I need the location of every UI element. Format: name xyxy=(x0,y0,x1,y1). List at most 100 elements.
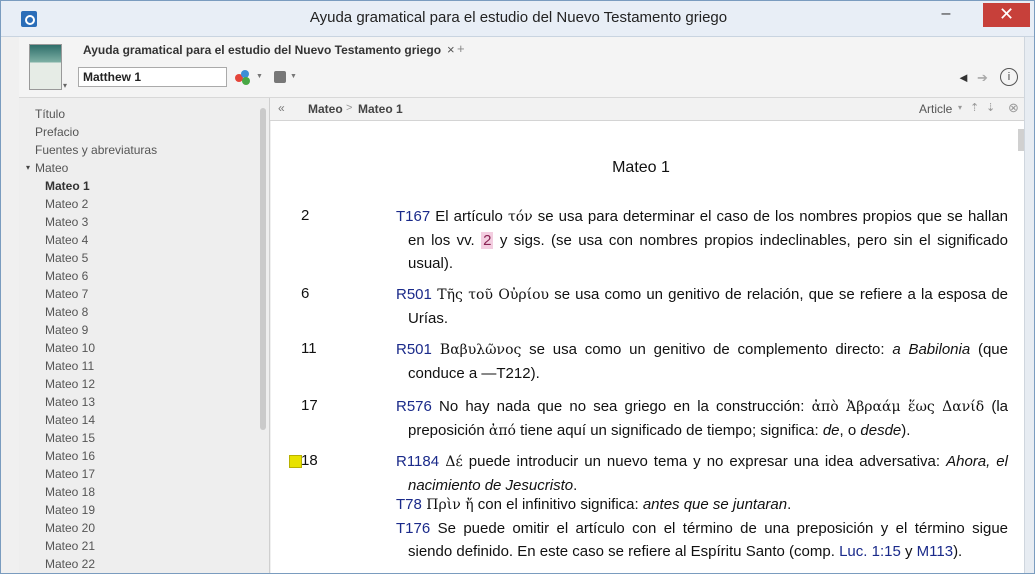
page-title: Mateo 1 xyxy=(612,159,670,176)
greek-text: τόν xyxy=(507,209,533,225)
toc-chapter[interactable]: Mateo 2 xyxy=(45,195,88,213)
toc-chapter[interactable]: Mateo 17 xyxy=(45,465,95,483)
greek-text: Τῆς τοῦ Οὐρίου xyxy=(431,287,550,303)
article-dropdown[interactable]: Article xyxy=(919,102,952,116)
greek-text: Δέ xyxy=(439,454,463,470)
breadcrumb-separator: > xyxy=(346,102,353,114)
breadcrumb-book[interactable]: Mateo xyxy=(308,102,343,116)
sidebar-scrollbar[interactable] xyxy=(260,108,266,430)
greek-text: Βαβυλῶνος xyxy=(431,342,522,358)
note-code[interactable]: R501 xyxy=(396,341,432,358)
tab-label: Ayuda gramatical para el estudio del Nue… xyxy=(83,43,442,57)
note-code[interactable]: T78 xyxy=(396,496,422,513)
grammar-note: T176 Se puede omitir el artículo con el … xyxy=(396,517,1008,563)
note-code[interactable]: T176 xyxy=(396,520,430,537)
table-of-contents: Título Prefacio Fuentes y abreviaturas ▾… xyxy=(19,98,270,573)
window-title: Ayuda gramatical para el estudio del Nue… xyxy=(309,9,728,26)
back-arrow-icon[interactable]: ◄ xyxy=(957,70,970,85)
grammar-note: R501 Τῆς τοῦ Οὐρίου se usa como un genit… xyxy=(396,283,1008,330)
resource-toolbar: ▾ Ayuda gramatical para el estudio del N… xyxy=(19,37,1034,98)
breadcrumb: « Mateo > Mateo 1 Article ▾ ⇡ ⇣ ⊗ xyxy=(270,98,1034,121)
toc-chapter[interactable]: Mateo 21 xyxy=(45,537,95,555)
note-text: , o xyxy=(839,422,861,439)
greek-text: ἀπὸ Ἀβραάμ ἕως Δανίδ xyxy=(811,399,985,415)
grammar-note: T167 El artículo τόν se usa para determi… xyxy=(396,205,1008,275)
note-text: No hay nada que no sea griego en la cons… xyxy=(431,398,812,415)
breadcrumb-chapter[interactable]: Mateo 1 xyxy=(358,102,403,116)
book-cover-thumbnail[interactable] xyxy=(29,44,62,90)
highlighted-verse-link[interactable]: 2 xyxy=(481,232,494,249)
toc-chapter[interactable]: Mateo 10 xyxy=(45,339,95,357)
collapse-sidebar-icon[interactable]: « xyxy=(278,101,285,115)
app-window: Ayuda gramatical para el estudio del Nue… xyxy=(0,0,1035,574)
note-text: puede introducir un nuevo tema y no expr… xyxy=(462,453,947,470)
toc-chapter[interactable]: Mateo 15 xyxy=(45,429,95,447)
toc-chapter[interactable]: Mateo 16 xyxy=(45,447,95,465)
verse-number[interactable]: 2 xyxy=(301,207,309,224)
note-code[interactable]: T167 xyxy=(396,208,430,225)
grammar-note: R576 No hay nada que no sea griego en la… xyxy=(396,395,1008,443)
note-text: y xyxy=(900,543,917,560)
toc-chapter[interactable]: Mateo 22 xyxy=(45,555,95,573)
article-content: Mateo 1 2 T167 El artículo τόν se usa pa… xyxy=(271,121,1034,573)
info-icon[interactable]: i xyxy=(1000,68,1018,86)
chevron-down-icon[interactable]: ▾ xyxy=(958,103,962,112)
reference-link[interactable]: M113 xyxy=(917,543,953,560)
toc-chapter[interactable]: Mateo 11 xyxy=(45,357,94,375)
toc-chapter-current[interactable]: Mateo 1 xyxy=(45,177,90,195)
verse-number[interactable]: 11 xyxy=(301,340,317,357)
scripture-link[interactable]: Luc. 1:15 xyxy=(839,543,901,560)
close-button[interactable]: ✕ xyxy=(983,3,1030,27)
next-article-icon[interactable]: ⇣ xyxy=(986,101,995,114)
note-text: . xyxy=(787,496,792,513)
visual-filter-icon[interactable] xyxy=(235,70,251,86)
chevron-down-icon[interactable]: ▼ xyxy=(256,73,263,80)
greek-text: Πρὶν ἤ xyxy=(421,497,474,513)
previous-article-icon[interactable]: ⇡ xyxy=(970,101,979,114)
tab-resource[interactable]: Ayuda gramatical para el estudio del Nue… xyxy=(75,39,460,63)
toc-chapter[interactable]: Mateo 19 xyxy=(45,501,95,519)
verse-number[interactable]: 6 xyxy=(301,285,309,302)
verse-number[interactable]: 18 xyxy=(301,452,318,469)
note-emphasis: antes que se juntaran xyxy=(642,496,788,513)
toc-chapter[interactable]: Mateo 13 xyxy=(45,393,95,411)
toc-chapter[interactable]: Mateo 5 xyxy=(45,249,88,267)
tab-close-icon[interactable]: × xyxy=(447,42,455,57)
toc-chapter[interactable]: Mateo 20 xyxy=(45,519,95,537)
note-code[interactable]: R501 xyxy=(396,286,432,303)
toc-item-mateo[interactable]: Mateo xyxy=(35,159,68,177)
note-text: con el infinitivo significa: xyxy=(473,496,643,513)
toc-chapter[interactable]: Mateo 18 xyxy=(45,483,95,501)
chevron-down-icon[interactable]: ▼ xyxy=(290,73,297,80)
background-window-edge xyxy=(1024,37,1034,573)
toc-chapter[interactable]: Mateo 8 xyxy=(45,303,88,321)
note-text: tiene aquí un significado de tiempo; sig… xyxy=(515,422,823,439)
grammar-note: R1184 Δέ puede introducir un nuevo tema … xyxy=(396,450,1008,497)
toc-chapter[interactable]: Mateo 6 xyxy=(45,267,88,285)
expand-triangle-icon[interactable]: ▾ xyxy=(26,159,30,177)
add-tab-icon[interactable]: + xyxy=(457,41,465,56)
note-emphasis: desde xyxy=(860,422,902,439)
reference-input[interactable] xyxy=(78,67,227,87)
panel-menu-icon[interactable] xyxy=(274,71,286,83)
note-code[interactable]: R1184 xyxy=(396,453,439,470)
minimize-button[interactable]: – xyxy=(936,3,956,27)
toc-item-prefacio[interactable]: Prefacio xyxy=(35,123,79,141)
toc-chapter[interactable]: Mateo 9 xyxy=(45,321,88,339)
toc-chapter[interactable]: Mateo 12 xyxy=(45,375,95,393)
note-text: ). xyxy=(953,543,963,560)
note-text: y sigs. (se usa con nombres propios inde… xyxy=(408,232,1009,272)
toc-item-titulo[interactable]: Título xyxy=(35,105,65,123)
toc-chapter[interactable]: Mateo 14 xyxy=(45,411,95,429)
close-article-icon[interactable]: ⊗ xyxy=(1008,100,1019,116)
greek-text: ἀπό xyxy=(488,423,516,439)
toc-item-fuentes[interactable]: Fuentes y abreviaturas xyxy=(35,141,157,159)
note-code[interactable]: R576 xyxy=(396,398,432,415)
forward-arrow-icon[interactable]: ➔ xyxy=(977,70,988,86)
verse-number[interactable]: 17 xyxy=(301,397,318,414)
chevron-down-icon[interactable]: ▾ xyxy=(63,81,67,90)
toc-chapter[interactable]: Mateo 3 xyxy=(45,213,88,231)
title-bar: Ayuda gramatical para el estudio del Nue… xyxy=(1,1,1034,37)
toc-chapter[interactable]: Mateo 4 xyxy=(45,231,88,249)
toc-chapter[interactable]: Mateo 7 xyxy=(45,285,88,303)
